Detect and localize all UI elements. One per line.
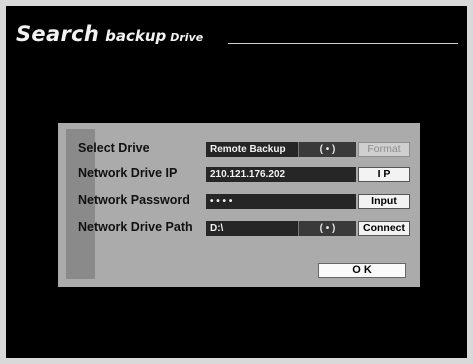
- select-drive-field[interactable]: Remote Backup ( • ): [206, 142, 356, 157]
- title-underline: [228, 43, 458, 44]
- title-backup: backup: [105, 27, 167, 45]
- network-path-toggle-icon[interactable]: ( • ): [298, 221, 356, 236]
- select-drive-value: Remote Backup: [210, 144, 286, 155]
- network-ip-field[interactable]: 210.121.176.202: [206, 167, 356, 182]
- select-drive-label: Select Drive: [78, 141, 150, 155]
- title-drive: Drive: [170, 31, 204, 44]
- input-button[interactable]: Input: [358, 194, 410, 209]
- network-password-field[interactable]: • • • •: [206, 194, 356, 209]
- network-password-label: Network Password: [78, 193, 190, 207]
- network-path-value: D:\: [210, 223, 224, 234]
- backup-screen: Search backup Drive Select Drive Remote …: [6, 6, 467, 358]
- search-backup-dialog: Select Drive Remote Backup ( • ) Format …: [58, 123, 420, 287]
- connect-button[interactable]: Connect: [358, 221, 410, 236]
- ok-button[interactable]: O K: [318, 263, 406, 278]
- ip-button[interactable]: I P: [358, 167, 410, 182]
- network-ip-label: Network Drive IP: [78, 166, 178, 180]
- network-path-label: Network Drive Path: [78, 220, 193, 234]
- select-drive-toggle-icon[interactable]: ( • ): [298, 142, 356, 157]
- page-title: Search backup Drive: [16, 22, 203, 46]
- format-button[interactable]: Format: [358, 142, 410, 157]
- title-search: Search: [16, 22, 100, 46]
- network-path-field[interactable]: D:\ ( • ): [206, 221, 356, 236]
